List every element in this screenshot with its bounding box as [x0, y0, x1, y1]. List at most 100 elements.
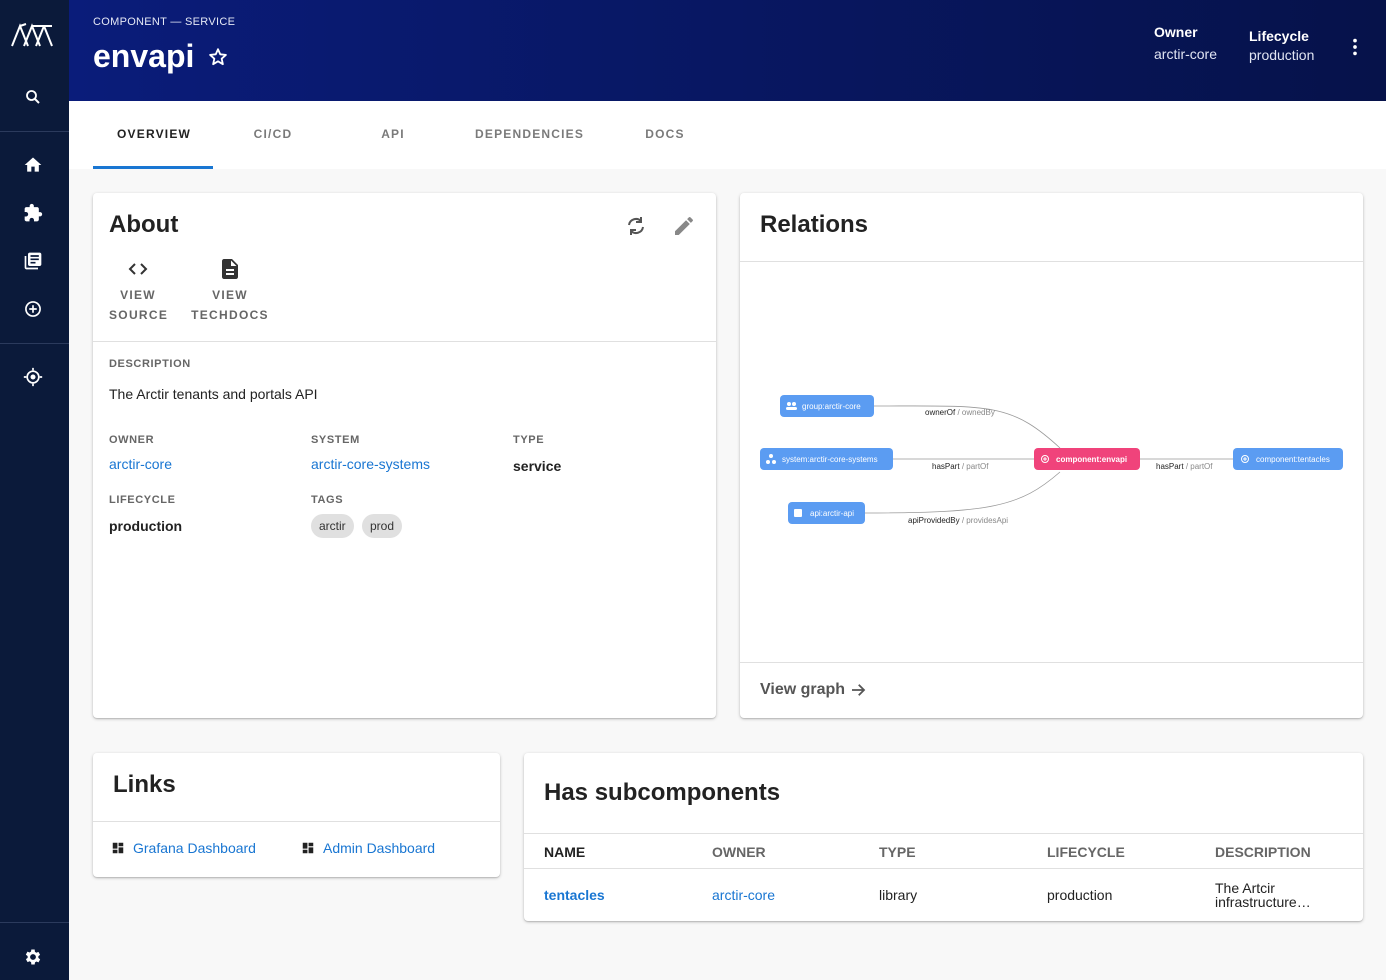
type-field-label: TYPE — [513, 434, 545, 446]
relations-title: Relations — [760, 211, 869, 238]
row-owner-link[interactable]: arctir-core — [712, 888, 775, 902]
node-child[interactable]: component:tentacles — [1233, 448, 1343, 470]
system-link[interactable]: arctir-core-systems — [311, 456, 430, 472]
svg-text:component:envapi: component:envapi — [1056, 455, 1127, 464]
owner-field-label: OWNER — [109, 434, 155, 446]
radar-icon[interactable] — [22, 366, 44, 388]
divider — [93, 821, 500, 822]
links-card: Links Grafana Dashboard Admin Dashboard — [93, 753, 500, 877]
tag-chip[interactable]: prod — [362, 514, 403, 538]
node-center[interactable]: component:envapi — [1034, 448, 1140, 470]
subcomponents-title: Has subcomponents — [544, 779, 781, 806]
lifecycle-value: production — [1249, 47, 1315, 63]
dashboard-icon — [302, 842, 314, 854]
svg-text:api:arctir-api: api:arctir-api — [810, 509, 854, 518]
refresh-icon[interactable] — [624, 214, 648, 238]
link-grafana-dashboard[interactable]: Grafana Dashboard — [111, 840, 256, 856]
about-title: About — [109, 211, 179, 238]
tab-overview[interactable]: OVERVIEW — [117, 127, 190, 141]
entity-header: COMPONENT — SERVICE envapi Owner arctir-… — [69, 0, 1386, 101]
view-techdocs-label-2: TECHDOCS — [191, 308, 269, 322]
svg-text:system:arctir-core-systems: system:arctir-core-systems — [782, 455, 878, 464]
edge-apiprovidedby — [864, 471, 1061, 514]
column-header-type[interactable]: TYPE — [879, 844, 916, 860]
edge-label-haspart: hasPart / partOf — [932, 462, 989, 471]
tab-bar: OVERVIEW CI/CD API DEPENDENCIES DOCS — [69, 101, 1386, 169]
svg-text:component:tentacles: component:tentacles — [1256, 455, 1330, 464]
row-lifecycle: production — [1047, 887, 1113, 903]
description-label: DESCRIPTION — [109, 358, 191, 370]
view-source-label-2: SOURCE — [109, 308, 169, 322]
divider — [524, 868, 1363, 869]
relations-card: Relations ownerOf / ownedBy hasPart / pa… — [740, 193, 1363, 718]
view-graph-link[interactable]: View graph — [760, 681, 867, 699]
row-description-line-2: infrastructure… — [1215, 894, 1311, 910]
lifecycle-field-label: LIFECYCLE — [109, 494, 176, 506]
column-header-owner[interactable]: OWNER — [712, 844, 766, 860]
subcomponents-card: Has subcomponents NAME OWNER TYPE LIFECY… — [524, 753, 1363, 921]
code-icon — [128, 263, 148, 275]
type-value: service — [513, 458, 562, 474]
description-icon — [222, 259, 238, 279]
tag-chip[interactable]: arctir — [311, 514, 354, 538]
node-api[interactable]: api:arctir-api — [788, 502, 865, 524]
header-lifecycle: Lifecycle production — [1249, 28, 1314, 63]
dashboard-icon — [112, 842, 124, 854]
sidebar-divider — [0, 131, 69, 132]
view-techdocs-button[interactable]: VIEW TECHDOCS — [191, 257, 269, 325]
edge-label-apiprovidedby: apiProvidedBy / providesApi — [908, 516, 1008, 525]
row-description-line-1: The Artcir — [1215, 880, 1275, 896]
column-header-name[interactable]: NAME — [544, 844, 585, 860]
node-system[interactable]: system:arctir-core-systems — [760, 448, 893, 470]
link-label: Admin Dashboard — [323, 840, 436, 856]
more-vert-icon[interactable] — [1344, 36, 1366, 58]
view-source-button[interactable]: VIEW SOURCE — [109, 257, 167, 325]
svg-text:group:arctir-core: group:arctir-core — [802, 402, 861, 411]
about-card: About VIEW SOURCE VIEW TECHDOCS DESCRIPT… — [93, 193, 716, 718]
lifecycle-field-value: production — [109, 518, 183, 534]
owner-link[interactable]: arctir-core — [109, 456, 172, 472]
row-type: library — [879, 887, 918, 903]
star-icon[interactable] — [207, 46, 229, 68]
tags-field-label: TAGS — [311, 494, 344, 506]
links-title: Links — [113, 771, 176, 798]
edge-label-ownerof: ownerOf / ownedBy — [925, 408, 995, 417]
description-text: The Arctir tenants and portals API — [109, 386, 318, 402]
sidebar-divider — [0, 343, 69, 344]
active-tab-indicator — [93, 166, 213, 169]
relations-graph: ownerOf / ownedBy hasPart / partOf apiPr… — [760, 395, 1343, 525]
link-admin-dashboard[interactable]: Admin Dashboard — [301, 840, 435, 856]
edit-icon[interactable] — [672, 214, 696, 238]
sidebar-divider — [0, 922, 69, 923]
divider — [524, 833, 1363, 834]
header-owner: Owner arctir-core — [1154, 24, 1217, 62]
tab-dependencies[interactable]: DEPENDENCIES — [475, 127, 583, 141]
tab-docs[interactable]: DOCS — [645, 127, 685, 141]
view-techdocs-label-1: VIEW — [212, 288, 248, 302]
home-icon[interactable] — [22, 154, 44, 176]
create-icon[interactable] — [22, 298, 44, 320]
settings-icon[interactable] — [22, 946, 44, 968]
divider — [740, 662, 1363, 663]
entity-kind-label: COMPONENT — SERVICE — [93, 16, 236, 28]
arrow-forward-icon — [852, 684, 866, 696]
owner-label: Owner — [1154, 24, 1198, 40]
column-header-description[interactable]: DESCRIPTION — [1215, 844, 1311, 860]
search-icon[interactable] — [22, 86, 44, 108]
node-group[interactable]: group:arctir-core — [780, 395, 874, 417]
sidebar — [0, 0, 69, 980]
logo-icon[interactable] — [8, 20, 56, 52]
view-source-label-1: VIEW — [120, 288, 156, 302]
system-field-label: SYSTEM — [311, 434, 360, 446]
column-header-lifecycle[interactable]: LIFECYCLE — [1047, 844, 1125, 860]
row-name-link[interactable]: tentacles — [544, 888, 605, 902]
owner-value[interactable]: arctir-core — [1154, 46, 1217, 62]
tab-api[interactable]: API — [379, 127, 407, 141]
puzzle-icon — [794, 509, 802, 517]
tab-cicd[interactable]: CI/CD — [253, 127, 293, 141]
page-title: envapi — [93, 38, 195, 74]
puzzle-icon[interactable] — [22, 202, 44, 224]
edge-label-haspart-child: hasPart / partOf — [1156, 462, 1213, 471]
divider — [93, 341, 716, 342]
library-books-icon[interactable] — [22, 250, 44, 272]
